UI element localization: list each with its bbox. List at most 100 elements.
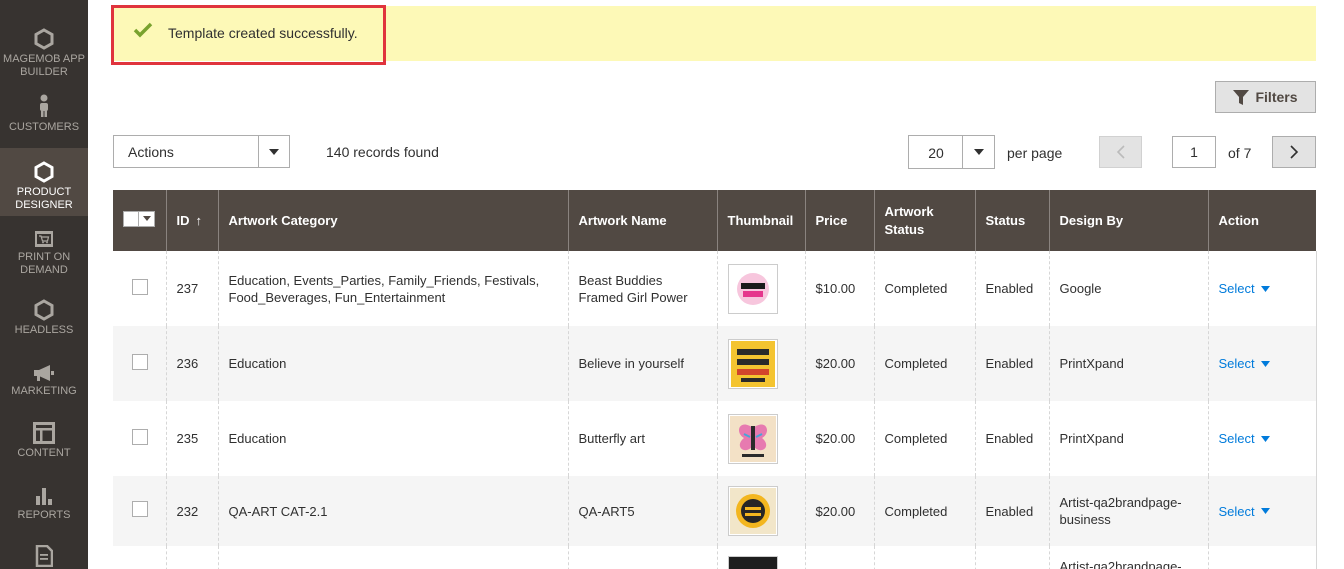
sidebar-item-print-on-demand[interactable]: PRINT ON DEMAND	[0, 230, 88, 277]
per-page-label: per page	[1007, 145, 1063, 161]
per-page-select[interactable]: 20	[908, 135, 995, 169]
cell-category: Education	[218, 401, 569, 476]
cell-design-by: Google	[1049, 251, 1209, 326]
cell-status: Enabled	[975, 326, 1050, 401]
sort-ascending-icon: ↑	[195, 212, 203, 228]
per-page-value: 20	[928, 145, 944, 161]
page-number-input[interactable]	[1172, 136, 1216, 168]
sidebar-item-catalog-partial[interactable]	[0, 0, 88, 4]
cell-action: Select	[1208, 401, 1317, 476]
cell-category	[218, 546, 569, 569]
cell-thumbnail	[717, 546, 806, 569]
cell-price	[805, 546, 875, 569]
row-select-cell	[113, 401, 167, 476]
cell-status: Enabled	[975, 401, 1050, 476]
cell-artwork-status: Completed	[874, 251, 976, 326]
column-header-artwork-status[interactable]: Artwork Status	[874, 190, 976, 251]
row-select-cell	[113, 476, 167, 546]
sidebar-item-label: PRODUCT DESIGNER	[15, 186, 73, 211]
column-header-id[interactable]: ID ↑	[166, 190, 219, 251]
cell-id: 232	[166, 476, 219, 546]
sidebar-item-customers[interactable]: CUSTOMERS	[0, 94, 88, 134]
sidebar-item-label: CUSTOMERS	[8, 121, 80, 133]
table-row: Artist-qa2brandpage-	[113, 546, 1317, 569]
cell-thumbnail	[717, 251, 806, 326]
cell-name: QA-ART5	[568, 476, 718, 546]
row-action-select[interactable]: Select	[1219, 280, 1270, 297]
cell-design-by: Artist-qa2brandpage-business	[1049, 476, 1209, 546]
megaphone-icon	[34, 365, 54, 381]
select-label: Select	[1218, 281, 1255, 296]
cell-artwork-status: Completed	[874, 476, 976, 546]
caret-down-icon	[1260, 508, 1270, 514]
caret-down-icon	[1260, 285, 1270, 292]
row-select-cell	[113, 251, 167, 326]
chevron-down-icon[interactable]	[962, 136, 994, 168]
success-message-text: Template created successfully.	[168, 25, 358, 41]
cell-name: Believe in yourself	[568, 326, 718, 401]
select-label: Select	[1218, 356, 1255, 371]
mass-select-header[interactable]	[113, 190, 167, 251]
sidebar-item-magemob[interactable]: MAGEMOB APP BUILDER	[0, 28, 88, 79]
thumbnail-image[interactable]	[727, 556, 778, 569]
column-header-name[interactable]: Artwork Name	[568, 190, 718, 251]
sidebar-item-label: MARKETING	[11, 385, 77, 397]
cell-design-by: Artist-qa2brandpage-	[1049, 546, 1209, 569]
person-icon	[40, 94, 48, 117]
sidebar-item-label: HEADLESS	[14, 324, 74, 336]
row-checkbox[interactable]	[132, 353, 148, 370]
hexagon-icon	[34, 28, 54, 50]
sidebar-item-product-designer[interactable]: PRODUCT DESIGNER	[0, 148, 88, 216]
cart-screen-icon	[35, 231, 53, 247]
cell-category: Education, Events_Parties, Family_Friend…	[218, 251, 569, 326]
hexagon-icon	[34, 161, 54, 183]
thumbnail-image[interactable]	[727, 486, 778, 536]
cell-name	[568, 546, 718, 569]
thumbnail-image[interactable]	[727, 338, 778, 389]
document-icon	[35, 545, 53, 567]
hexagon-icon	[34, 299, 54, 321]
cell-action: Select	[1208, 326, 1317, 401]
cell-status	[975, 546, 1050, 569]
column-header-category[interactable]: Artwork Category	[218, 190, 569, 251]
cell-id: 235	[166, 401, 219, 476]
next-page-button[interactable]	[1272, 136, 1316, 168]
row-action-select[interactable]: Select	[1219, 355, 1270, 372]
row-checkbox[interactable]	[132, 428, 148, 445]
cell-action: Select	[1208, 476, 1317, 546]
cell-id	[166, 546, 219, 569]
records-found: 140 records found	[326, 144, 439, 160]
thumbnail-image[interactable]	[727, 263, 778, 314]
row-select-cell	[113, 546, 167, 569]
row-select-cell	[113, 326, 167, 401]
sidebar-item-more[interactable]	[0, 545, 88, 569]
actions-dropdown[interactable]: Actions	[113, 135, 290, 168]
sidebar-item-label: PRINT ON DEMAND	[17, 251, 71, 276]
table-row: 236 Education Believe in yourself $20.00…	[113, 326, 1317, 401]
admin-sidebar: MAGEMOB APP BUILDER CUSTOMERS PRODUCT DE…	[0, 0, 88, 569]
column-header-status[interactable]: Status	[975, 190, 1050, 251]
row-action-select[interactable]: Select	[1219, 503, 1270, 520]
cell-action	[1208, 546, 1317, 569]
column-header-price[interactable]: Price	[805, 190, 875, 251]
row-checkbox[interactable]	[132, 501, 148, 517]
column-header-thumbnail: Thumbnail	[717, 190, 806, 251]
mass-select-checkbox[interactable]	[123, 210, 155, 227]
sidebar-item-headless[interactable]: HEADLESS	[0, 299, 88, 337]
sidebar-item-reports[interactable]: REPORTS	[0, 486, 88, 522]
cell-design-by: PrintXpand	[1049, 326, 1209, 401]
filters-button[interactable]: Filters	[1215, 81, 1316, 113]
cell-price: $20.00	[805, 326, 875, 401]
cell-artwork-status	[874, 546, 976, 569]
chevron-down-icon[interactable]	[258, 136, 289, 167]
column-header-design-by[interactable]: Design By	[1049, 190, 1209, 251]
sidebar-item-marketing[interactable]: MARKETING	[0, 364, 88, 398]
thumbnail-image[interactable]	[727, 413, 778, 464]
row-action-select[interactable]: Select	[1219, 430, 1270, 447]
row-checkbox[interactable]	[132, 278, 148, 295]
sidebar-item-label: MAGEMOB APP BUILDER	[3, 53, 85, 78]
previous-page-button[interactable]	[1099, 136, 1142, 168]
table-row: 237 Education, Events_Parties, Family_Fr…	[113, 251, 1317, 326]
column-header-label: ID	[176, 212, 190, 228]
sidebar-item-content[interactable]: CONTENT	[0, 422, 88, 460]
